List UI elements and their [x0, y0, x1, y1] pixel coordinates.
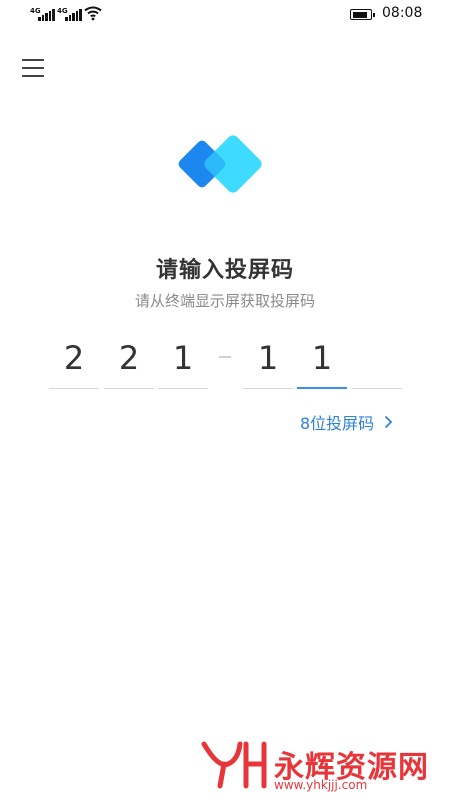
watermark: 永辉资源网 www.yhkjjj.com: [200, 738, 440, 792]
page-title: 请输入投屏码: [155, 258, 294, 283]
wifi-icon: [84, 6, 102, 21]
menu-icon[interactable]: [22, 57, 46, 79]
watermark-url: www.yhkjjj.com: [274, 778, 368, 792]
chevron-right-icon: [384, 414, 393, 433]
status-time: 08:08: [382, 5, 423, 21]
eight-digit-code-label: 8位投屏码: [300, 414, 375, 433]
page-subtitle: 请从终端显示屏获取投屏码: [134, 292, 315, 310]
status-bar: 4G 4G 08:08: [0, 0, 450, 30]
watermark-logo-icon: [201, 741, 267, 789]
eight-digit-code-link[interactable]: 8位投屏码: [300, 410, 393, 434]
code-digit-4[interactable]: 1: [243, 337, 293, 389]
code-digit-6[interactable]: [352, 337, 402, 389]
code-digit-3[interactable]: 1: [158, 337, 208, 389]
battery-icon: [350, 9, 375, 20]
cast-logo-icon: [178, 135, 262, 193]
code-digit-5[interactable]: 1: [297, 337, 347, 389]
code-digit-2[interactable]: 2: [104, 337, 154, 389]
code-separator: [219, 356, 231, 358]
code-digit-1[interactable]: 2: [49, 337, 99, 389]
